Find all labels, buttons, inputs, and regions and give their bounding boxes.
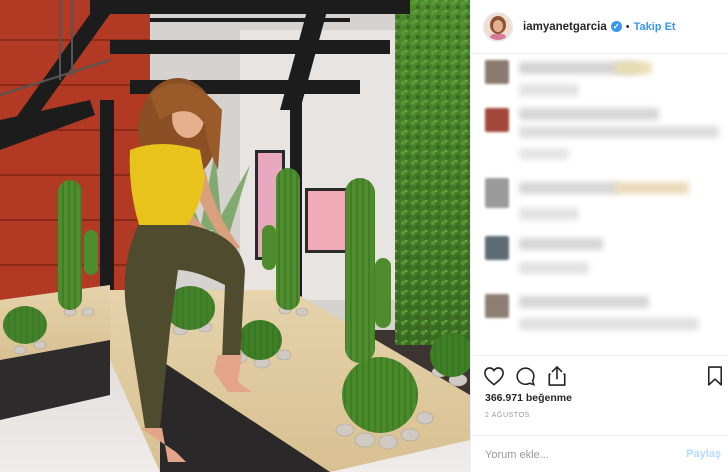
post-date: 2 AĞUSTOS <box>485 412 530 419</box>
avatar[interactable] <box>483 11 513 42</box>
comment-bubble-icon[interactable] <box>515 366 536 387</box>
list-item <box>485 60 725 104</box>
comments-list <box>471 54 728 354</box>
list-item <box>485 178 725 222</box>
comment-avatar <box>485 236 509 260</box>
heart-icon[interactable] <box>483 366 505 386</box>
post-photo-illustration <box>0 0 470 472</box>
list-item <box>485 236 725 280</box>
post-side-panel: iamyanetgarcia ✓ • Takip Et 366.971 beğe… <box>470 0 728 472</box>
post-actions: 366.971 beğenme 2 AĞUSTOS Paylaş <box>471 355 728 472</box>
separator-dot: • <box>625 20 630 33</box>
post-header: iamyanetgarcia ✓ • Takip Et <box>471 0 728 54</box>
avatar-image <box>485 13 511 40</box>
verified-badge-icon: ✓ <box>610 21 622 32</box>
comment-avatar <box>485 178 509 208</box>
comment-input[interactable] <box>485 446 675 464</box>
share-upload-icon[interactable] <box>547 365 567 387</box>
post-comment-button[interactable]: Paylaş <box>686 448 721 460</box>
username[interactable]: iamyanetgarcia <box>523 21 607 33</box>
bookmark-icon[interactable] <box>707 365 723 387</box>
post-photo[interactable] <box>0 0 470 472</box>
comment-form: Paylaş <box>471 435 728 472</box>
likes-count[interactable]: 366.971 beğenme <box>485 392 572 404</box>
comment-avatar <box>485 60 509 84</box>
comment-avatar <box>485 108 509 132</box>
list-item <box>485 108 725 160</box>
list-item <box>485 294 725 338</box>
comment-avatar <box>485 294 509 318</box>
follow-button[interactable]: Takip Et <box>634 21 676 33</box>
